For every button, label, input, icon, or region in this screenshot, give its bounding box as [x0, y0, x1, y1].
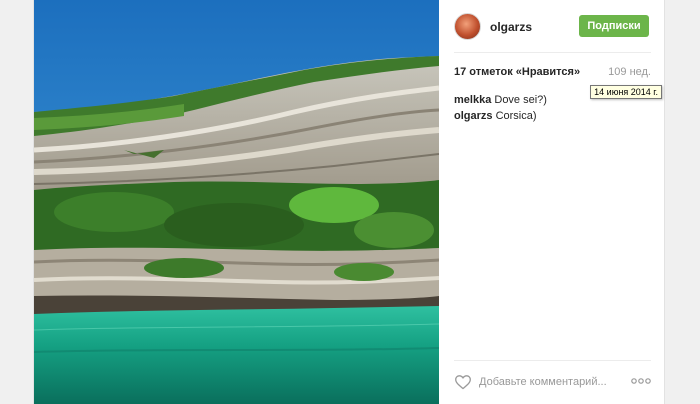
comment-item: melkka Dove sei?)	[454, 94, 651, 106]
username-link[interactable]: olgarzs	[490, 20, 532, 34]
footer-divider	[454, 360, 651, 361]
post-photo[interactable]	[34, 0, 439, 404]
comment-text: Corsica)	[495, 110, 537, 122]
avatar[interactable]	[454, 13, 481, 40]
header-divider	[454, 52, 651, 53]
comment-username[interactable]: olgarzs	[454, 110, 493, 122]
comment-username[interactable]: melkka	[454, 94, 491, 106]
post-age-link[interactable]: 109 нед.	[608, 66, 651, 78]
follow-button[interactable]: Подписки	[579, 15, 649, 37]
likes-count[interactable]: 17 отметок «Нравится»	[454, 66, 580, 78]
comment-text: Dove sei?)	[494, 94, 547, 106]
likes-row: 17 отметок «Нравится» 109 нед. 14 июня 2…	[454, 66, 662, 99]
comment-item: olgarzs Corsica)	[454, 110, 651, 122]
post-card: olgarzs Подписки 17 отметок «Нравится» 1…	[33, 0, 665, 404]
post-footer	[454, 372, 651, 392]
more-options-icon[interactable]	[631, 376, 651, 386]
heart-icon[interactable]	[454, 374, 472, 390]
photo-image	[34, 0, 439, 404]
comment-input[interactable]	[479, 374, 629, 390]
post-sidebar: olgarzs Подписки 17 отметок «Нравится» 1…	[439, 0, 666, 404]
post-header: olgarzs Подписки	[454, 10, 651, 44]
